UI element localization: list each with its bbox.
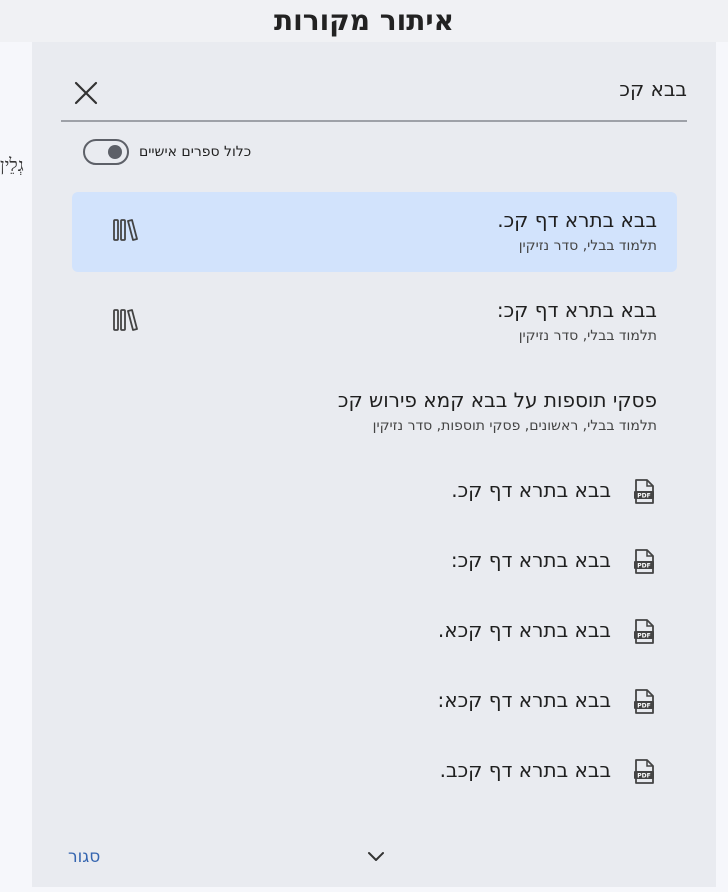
svg-text:PDF: PDF [637,493,650,500]
include-personal-books-label: כלול ספרים אישיים [139,144,251,160]
pdf-results-list: PDF בבא בתרא דף קכ. PDF בבא בתרא דף קכ: … [72,460,677,810]
pdf-icon: PDF [631,478,657,506]
pdf-icon: PDF [631,758,657,786]
pdf-result-item[interactable]: PDF בבא בתרא דף קכא. [72,600,677,670]
result-subtitle: תלמוד בבלי, סדר נזיקין [519,328,657,344]
find-sources-dialog: כלול ספרים אישיים בבא בתרא דף קכ. תלמוד … [32,42,716,887]
result-subtitle: תלמוד בבלי, סדר נזיקין [519,238,657,254]
pdf-result-title: בבא בתרא דף קכ: [451,548,611,572]
results-list: בבא בתרא דף קכ. תלמוד בבלי, סדר נזיקין ב… [72,192,677,462]
pdf-result-title: בבא בתרא דף קכב. [440,758,611,782]
pdf-result-item[interactable]: PDF בבא בתרא דף קכ: [72,530,677,600]
pdf-icon: PDF [631,548,657,576]
pdf-result-title: בבא בתרא דף קכ. [451,478,611,502]
pdf-icon: PDF [631,618,657,646]
close-icon [71,78,101,108]
pdf-icon: PDF [631,688,657,716]
search-row [61,64,687,122]
background-text-fragment: גְלֵין [0,155,24,176]
result-item[interactable]: בבא בתרא דף קכ. תלמוד בבלי, סדר נזיקין [72,192,677,272]
pdf-result-title: בבא בתרא דף קכא: [437,688,611,712]
chevron-down-icon[interactable] [366,847,386,867]
dialog-footer: סגור [32,837,716,887]
svg-text:PDF: PDF [637,633,650,640]
pdf-result-item[interactable]: PDF בבא בתרא דף קכ. [72,460,677,530]
result-title: פסקי תוספות על בבא קמא פירוש קכ [338,388,657,412]
search-input[interactable] [127,72,687,106]
library-icon [112,218,140,244]
pdf-result-title: בבא בתרא דף קכא. [438,618,611,642]
include-personal-books-row: כלול ספרים אישיים [83,136,251,168]
library-icon [112,308,140,334]
clear-search-button[interactable] [71,78,101,108]
pdf-result-item[interactable]: PDF בבא בתרא דף קכא: [72,670,677,740]
close-button[interactable]: סגור [68,847,100,867]
result-item[interactable]: בבא בתרא דף קכ: תלמוד בבלי, סדר נזיקין [72,282,677,362]
result-subtitle: תלמוד בבלי, ראשונים, פסקי תוספות, סדר נז… [373,418,657,434]
result-item[interactable]: פסקי תוספות על בבא קמא פירוש קכ תלמוד בב… [72,372,677,452]
svg-text:PDF: PDF [637,703,650,710]
svg-text:PDF: PDF [637,563,650,570]
pdf-result-item[interactable]: PDF בבא בתרא דף קכב. [72,740,677,810]
svg-text:PDF: PDF [637,773,650,780]
result-title: בבא בתרא דף קכ. [497,208,657,232]
toggle-knob [108,145,122,159]
dialog-title: איתור מקורות [0,0,728,42]
include-personal-books-toggle[interactable] [83,139,129,165]
result-title: בבא בתרא דף קכ: [497,298,657,322]
